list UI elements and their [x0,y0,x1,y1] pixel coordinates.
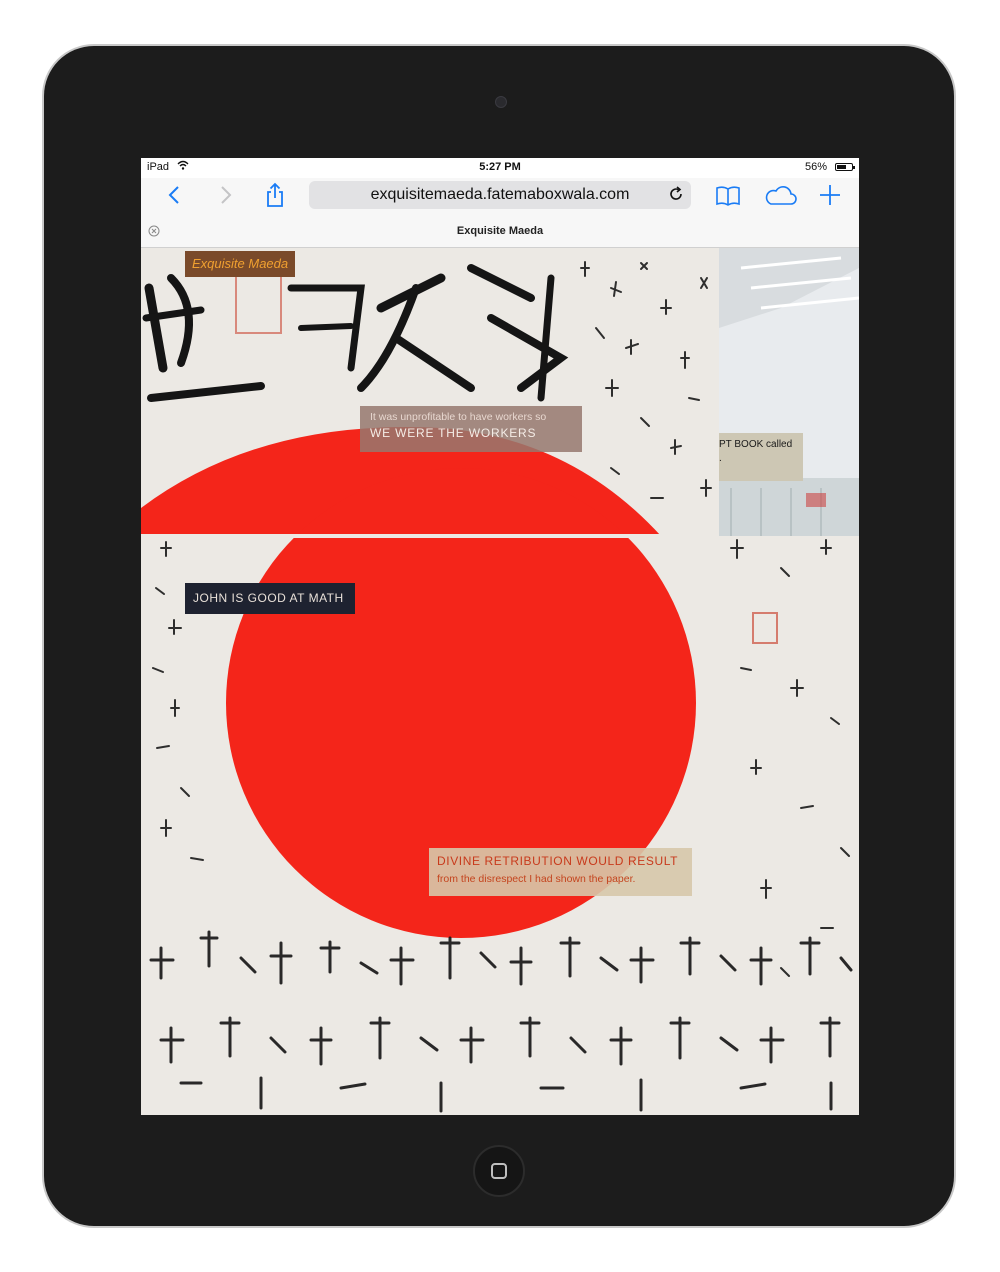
web-content: Exquisite Maeda It was unprofitable to h… [141,248,859,1115]
cloud-icon [765,186,797,205]
bookmarks-button[interactable] [713,180,743,210]
battery-percent: 56% [804,161,827,173]
home-button[interactable] [473,1145,525,1197]
plus-icon [820,185,840,205]
new-tab-button[interactable] [815,180,845,210]
quote-headline: DIVINE RETRIBUTION WOULD RESULT [437,854,679,868]
front-camera [495,96,507,108]
calligraphy-flag-art [141,248,859,1115]
status-bar: iPad 5:27 PM 56% [141,158,859,178]
site-title[interactable]: Exquisite Maeda [185,251,296,277]
chevron-left-icon [168,186,179,204]
status-time: 5:27 PM [479,161,521,173]
url-text: exquisitemaeda.fatemaboxwala.com [370,186,630,203]
home-square-icon [491,1163,507,1179]
chevron-right-icon [221,186,232,204]
share-icon [267,182,283,207]
flag-image [141,248,859,1115]
share-button[interactable] [260,180,290,210]
book-icon [716,186,740,206]
quote-card-divine: DIVINE RETRIBUTION WOULD RESULT from the… [429,848,692,896]
reload-icon[interactable] [667,185,685,203]
quote-line: PT BOOK called [719,439,793,450]
quote-line-2: . [719,453,722,464]
tab-bar: Exquisite Maeda [141,214,859,248]
address-bar[interactable]: exquisitemaeda.fatemaboxwala.com [309,181,691,209]
ipad-screen: iPad 5:27 PM 56% exquisitemaeda.fatemabo… [141,158,859,1115]
quote-line: from the disrespect I had shown the pape… [437,873,636,885]
forward-button[interactable] [210,180,240,210]
quote-card-workers: It was unprofitable to have workers so W… [360,406,582,452]
quote-headline: WE WERE THE WORKERS [370,426,537,440]
quote-card-book: PT BOOK called . [719,433,803,481]
icloud-tabs-button[interactable] [763,180,799,210]
back-button[interactable] [160,180,190,210]
battery-icon [835,163,855,171]
tab-title[interactable]: Exquisite Maeda [141,225,859,237]
quote-line: It was unprofitable to have workers so [370,411,547,423]
browser-toolbar: exquisitemaeda.fatemaboxwala.com [141,178,859,214]
quote-card-john: JOHN IS GOOD AT MATH [185,583,355,614]
